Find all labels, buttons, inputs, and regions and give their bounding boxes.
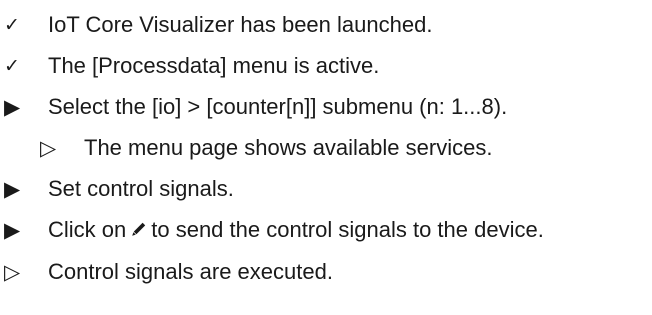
filled-arrow-icon: ▶ — [4, 217, 21, 242]
filled-arrow-icon: ▶ — [4, 94, 21, 119]
step-text: Set control signals. — [48, 176, 234, 201]
step-text: Select the [io] > [counter[n]] submenu (… — [48, 94, 508, 119]
result-control-signals-executed: ▷ Control signals are executed. — [0, 252, 333, 292]
action-set-control-signals: ▶ Set control signals. — [0, 169, 234, 209]
result-menu-page-services: ▷ The menu page shows available services… — [36, 128, 492, 168]
action-select-submenu: ▶ Select the [io] > [counter[n]] submenu… — [0, 87, 507, 127]
prerequisite-visualizer-launched: ✓ IoT Core Visualizer has been launched. — [0, 5, 432, 45]
step-text-after: to send the control signals to the devic… — [151, 217, 544, 242]
step-text: IoT Core Visualizer has been launched. — [48, 12, 433, 37]
check-icon: ✓ — [4, 54, 20, 77]
filled-arrow-icon: ▶ — [4, 176, 21, 201]
check-icon: ✓ — [4, 13, 20, 36]
pencil-icon — [131, 219, 147, 241]
prerequisite-processdata-active: ✓ The [Processdata] menu is active. — [0, 46, 379, 86]
action-click-write: ▶ Click on to send the control signals t… — [0, 210, 544, 250]
outline-arrow-icon: ▷ — [4, 259, 21, 284]
step-text: Control signals are executed. — [48, 259, 333, 284]
step-text: The [Processdata] menu is active. — [48, 53, 380, 78]
step-text-before: Click on — [48, 217, 127, 242]
outline-arrow-icon: ▷ — [40, 135, 57, 160]
instruction-list: ✓ IoT Core Visualizer has been launched.… — [0, 0, 652, 315]
step-text: The menu page shows available services. — [84, 135, 493, 160]
